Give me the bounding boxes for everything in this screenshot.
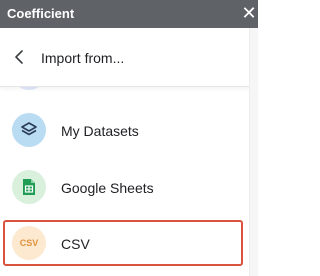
app-title: Coefficient — [7, 6, 75, 21]
source-item-google-sheets[interactable]: Google Sheets — [3, 164, 243, 210]
source-label: My Datasets — [61, 123, 139, 139]
source-label: Google Sheets — [61, 180, 154, 196]
chevron-left-icon — [15, 50, 23, 64]
source-item-my-datasets[interactable]: My Datasets — [3, 107, 243, 153]
csv-icon: CSV — [12, 226, 46, 260]
source-item-csv[interactable]: CSV CSV — [3, 220, 243, 266]
import-header: Import from... — [0, 28, 250, 87]
back-button[interactable] — [11, 48, 29, 66]
csv-icon-text: CSV — [19, 238, 39, 248]
title-bar: Coefficient ✕ — [0, 0, 258, 28]
layers-icon — [12, 113, 46, 147]
source-list: My Datasets Google Sheets CSV CSV — [0, 86, 250, 276]
source-label: CSV — [61, 236, 90, 252]
scrollbar[interactable] — [249, 28, 258, 276]
google-sheets-icon — [12, 170, 46, 204]
close-button[interactable]: ✕ — [241, 4, 257, 22]
page-title: Import from... — [41, 50, 125, 66]
